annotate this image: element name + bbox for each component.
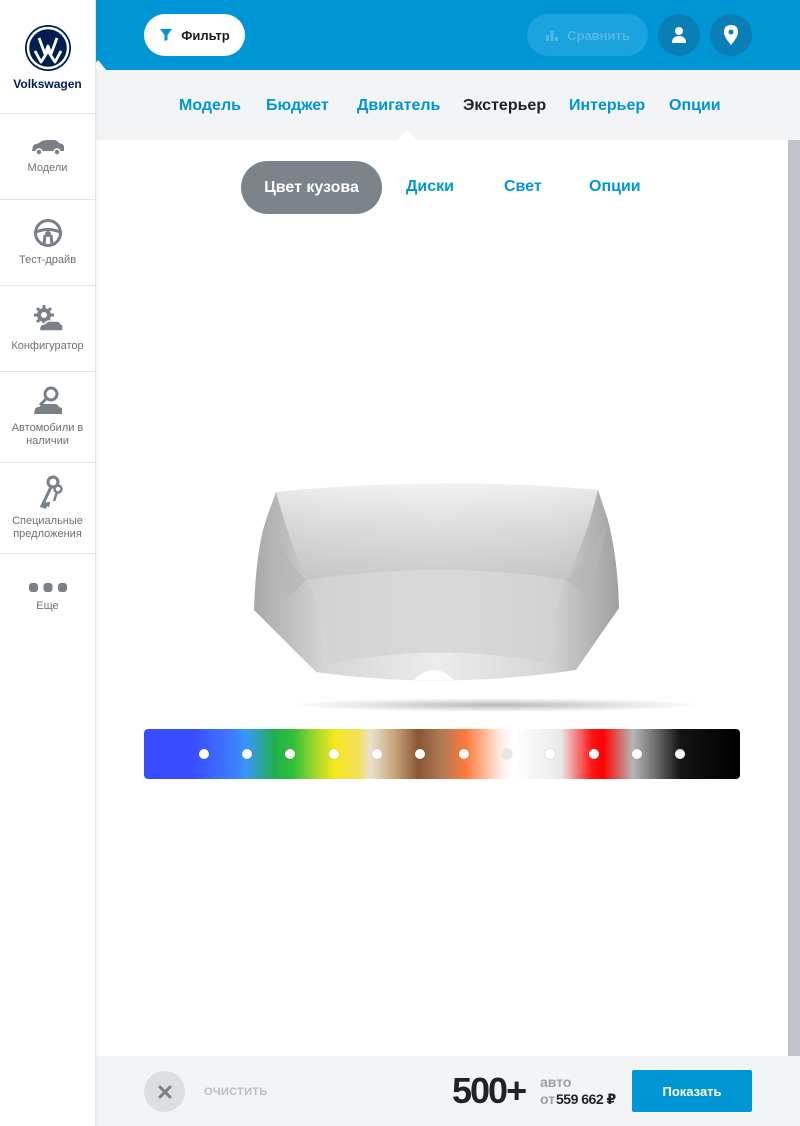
color-swatch-yellow[interactable] — [329, 749, 339, 759]
color-swatch-brown[interactable] — [415, 749, 425, 759]
show-button[interactable]: Показать — [632, 1070, 752, 1112]
close-icon — [158, 1085, 171, 1098]
hood-shadow — [286, 698, 706, 712]
color-palette-bar — [144, 729, 740, 779]
subtab-wheels[interactable]: Диски — [406, 178, 454, 196]
sidebar-item-label: Конфигуратор — [11, 340, 84, 352]
car-icon — [31, 140, 64, 156]
sidebar-item-configurator[interactable]: Конфигуратор — [0, 286, 95, 372]
tab-budget[interactable]: Бюджет — [266, 97, 329, 115]
auto-label: авто — [540, 1074, 572, 1090]
min-price: 559 662 ₽ — [556, 1091, 616, 1107]
sidebar-item-label: Тест-драйв — [18, 254, 77, 266]
color-swatch-black[interactable] — [675, 749, 685, 759]
clear-label[interactable]: ОЧИСТИТЬ — [204, 1086, 268, 1098]
top-bar: Фильтр Сравнить — [96, 0, 800, 70]
bar-chart-icon — [546, 31, 559, 41]
color-swatch-grey[interactable] — [632, 749, 642, 759]
clear-button[interactable] — [144, 1071, 185, 1112]
subtab-options[interactable]: Опции — [589, 178, 641, 196]
sidebar-item-special-offers[interactable]: Специальные предложения — [0, 463, 95, 554]
car-gear-icon — [33, 305, 64, 332]
active-tab-caret — [397, 130, 417, 140]
steering-wheel-icon — [33, 219, 62, 247]
brand-logo-block[interactable]: Volkswagen — [0, 0, 95, 114]
content-area: Цвет кузова Диски Свет Опции — [96, 140, 788, 1056]
sidebar-item-models[interactable]: Модели — [0, 114, 95, 200]
subtab-lights[interactable]: Свет — [504, 178, 542, 196]
tab-exterior[interactable]: Экстерьер — [463, 97, 546, 115]
tab-engine[interactable]: Двигатель — [357, 97, 440, 115]
filter-button[interactable]: Фильтр — [144, 14, 245, 56]
color-swatch-green[interactable] — [285, 749, 295, 759]
vw-logo-icon — [24, 25, 71, 71]
sidebar-item-in-stock[interactable]: Автомобили в наличии — [0, 372, 95, 463]
sidebar-item-label: Модели — [27, 162, 68, 174]
color-swatch-orange[interactable] — [459, 749, 469, 759]
sidebar-item-test-drive[interactable]: Тест-драйв — [0, 200, 95, 286]
tab-interior[interactable]: Интерьер — [569, 97, 645, 115]
sidebar-item-label: Еще — [36, 599, 59, 612]
color-swatch-beige[interactable] — [372, 749, 382, 759]
location-button[interactable] — [710, 14, 752, 56]
sidebar-item-label: Автомобили в наличии — [11, 422, 84, 447]
car-hood-illustration — [254, 483, 619, 681]
subtab-body-color[interactable]: Цвет кузова — [241, 161, 382, 214]
compare-label: Сравнить — [567, 27, 630, 43]
color-swatch-red[interactable] — [589, 749, 599, 759]
color-swatch-silver[interactable] — [545, 749, 555, 759]
car-hood-image — [246, 480, 706, 720]
tab-options[interactable]: Опции — [669, 97, 721, 115]
keys-icon — [39, 475, 63, 509]
map-pin-icon — [724, 25, 738, 45]
car-search-icon — [33, 386, 62, 414]
sidebar-item-label: Специальные предложения — [12, 515, 83, 540]
sidebar-item-more[interactable]: Еще — [0, 554, 95, 640]
from-label: от — [540, 1091, 556, 1107]
scrollbar[interactable] — [788, 140, 800, 1056]
more-dots-icon — [28, 582, 67, 592]
brand-name: Volkswagen — [13, 77, 82, 91]
user-button[interactable] — [658, 14, 700, 56]
result-count: 500+ — [452, 1070, 527, 1111]
main-tabs: Модель Бюджет Двигатель Экстерьер Интерь… — [96, 70, 800, 140]
color-swatch-light-blue[interactable] — [242, 749, 252, 759]
user-icon — [672, 27, 686, 43]
sidebar: Volkswagen Модели Тест-драйв Конфигурато… — [0, 0, 96, 1126]
compare-button[interactable]: Сравнить — [527, 14, 648, 56]
filter-icon — [160, 29, 173, 41]
tab-model[interactable]: Модель — [179, 97, 241, 115]
color-swatch-blue[interactable] — [199, 749, 209, 759]
filter-label: Фильтр — [181, 27, 230, 43]
color-swatch-white[interactable] — [502, 749, 512, 759]
bottom-bar: ОЧИСТИТЬ 500+ авто от 559 662 ₽ Показать — [96, 1056, 800, 1126]
